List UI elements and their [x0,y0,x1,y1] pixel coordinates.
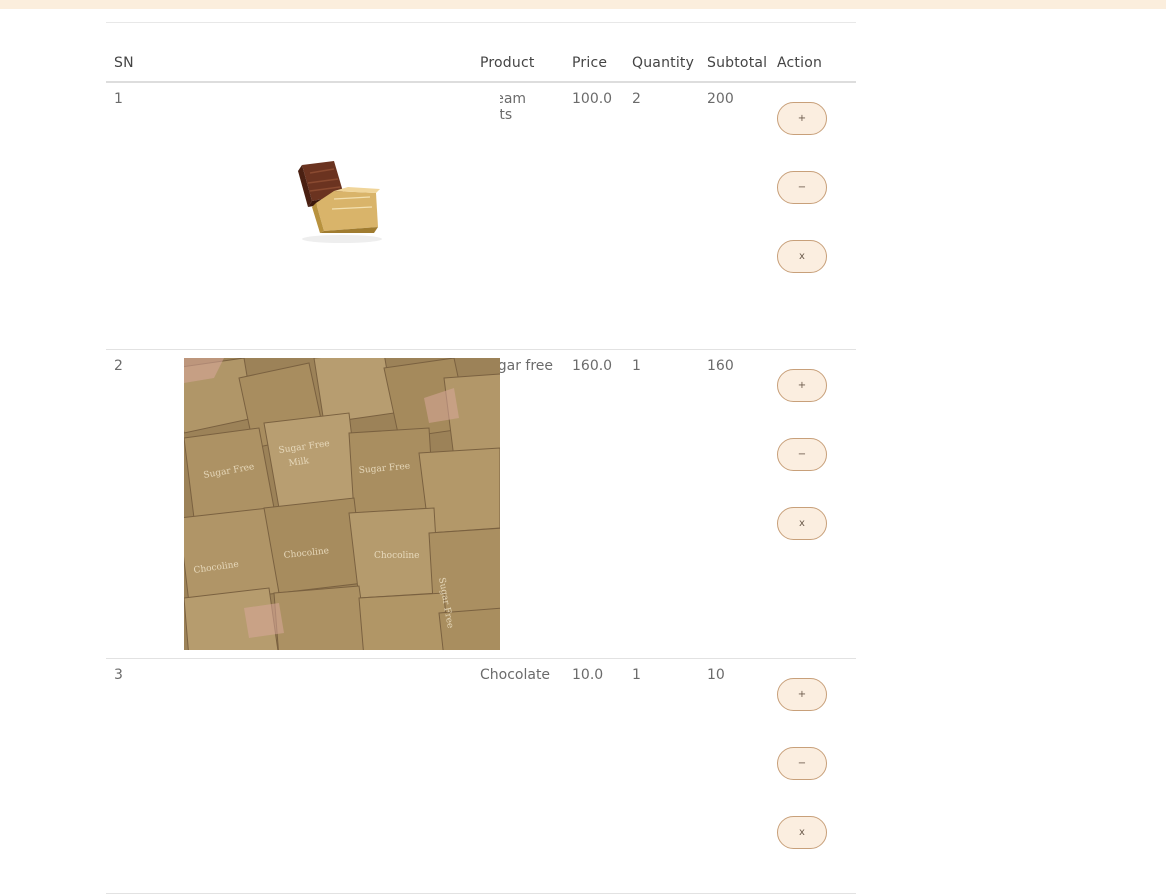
row-actions: + − x [769,349,856,659]
product-image-cream-nuts [184,91,500,341]
svg-text:Chocoline: Chocoline [374,551,419,561]
sugar-free-chocolates-image: Sugar Free Milk Sugar Free Sugar Free Ch… [173,352,515,659]
row-actions: + − x [769,82,856,350]
header-price: Price [564,23,624,83]
row-subtotal: 200 [699,82,769,350]
remove-item-button[interactable]: x [777,816,827,849]
remove-item-button[interactable]: x [777,507,827,540]
row-quantity: 1 [624,658,699,894]
product-image-sugar-free: Sugar Free Milk Sugar Free Sugar Free Ch… [173,352,515,659]
increase-quantity-button[interactable]: + [777,369,827,402]
header-sn: SN [106,23,149,83]
header-subtotal: Subtotal [699,23,769,83]
row-quantity: 2 [624,82,699,350]
row-sn: 2 [106,349,149,659]
increase-quantity-button[interactable]: + [777,678,827,711]
cart-table: SN Product Price Quantity Subtotal Actio… [106,23,856,894]
row-quantity: 1 [624,349,699,659]
table-row: 3 Chocolate 10.0 1 10 + − x [106,658,856,894]
row-subtotal: 10 [699,658,769,894]
row-image-cell [149,658,472,894]
table-header-row: SN Product Price Quantity Subtotal Actio… [106,23,856,83]
header-action: Action [769,23,856,83]
header-image [149,23,472,83]
row-product: Chocolate [472,658,564,894]
increase-quantity-button[interactable]: + [777,102,827,135]
top-banner-strip [0,0,1166,9]
row-sn: 3 [106,658,149,894]
table-row: 1 Cream 100.0 2 200 + − x [106,82,856,350]
chocolate-pieces-image [184,91,500,341]
row-image-cell [149,82,500,350]
table-row: 2 Sugar Free Milk Sugar Free Sugar Free … [106,349,856,659]
row-price: 100.0 [564,82,624,350]
row-sn: 1 [106,82,149,350]
decrease-quantity-button[interactable]: − [777,438,827,471]
header-product: Product [472,23,564,83]
row-image-cell: Sugar Free Milk Sugar Free Sugar Free Ch… [149,349,515,659]
row-price: 10.0 [564,658,624,894]
header-quantity: Quantity [624,23,699,83]
row-actions: + − x [769,658,856,894]
remove-item-button[interactable]: x [777,240,827,273]
row-price: 160.0 [564,349,624,659]
cart-page: SN Product Price Quantity Subtotal Actio… [106,22,856,894]
decrease-quantity-button[interactable]: − [777,747,827,780]
row-subtotal: 160 [699,349,769,659]
decrease-quantity-button[interactable]: − [777,171,827,204]
